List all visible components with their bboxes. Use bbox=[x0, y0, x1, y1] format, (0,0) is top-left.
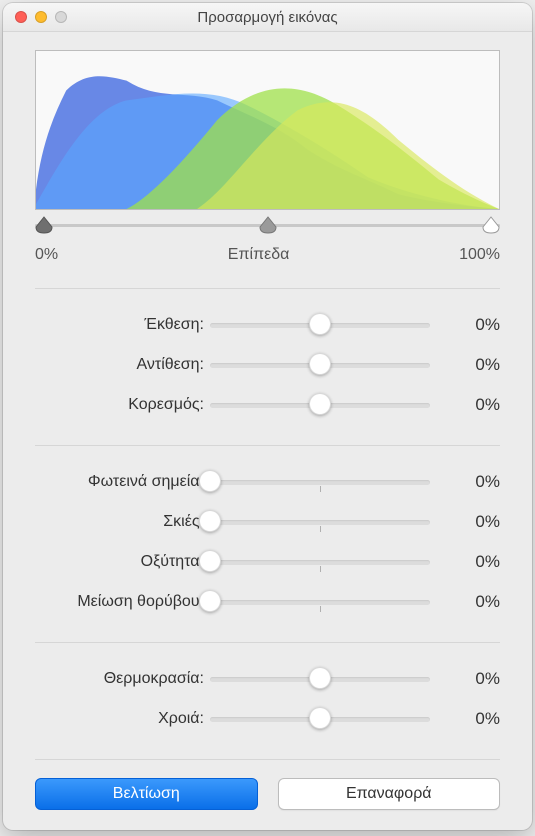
adjustment-value: 0% bbox=[430, 552, 500, 572]
reset-button[interactable]: Επαναφορά bbox=[278, 778, 501, 810]
content: 0% Επίπεδα 100% Έκθεση:0%Αντίθεση:0%Κορε… bbox=[3, 32, 532, 830]
enhance-button[interactable]: Βελτίωση bbox=[35, 778, 258, 810]
adjustment-group: Φωτεινά σημεία:0%Σκιές:0%Οξύτητα:0%Μείωσ… bbox=[35, 445, 500, 622]
slider-track bbox=[210, 717, 430, 722]
adjustment-value: 0% bbox=[430, 512, 500, 532]
adjustment-value: 0% bbox=[430, 472, 500, 492]
levels-max-label: 100% bbox=[459, 246, 500, 264]
window-title: Προσαρμογή εικόνας bbox=[3, 9, 532, 26]
adjustment-row: Χροιά: 0% bbox=[35, 699, 500, 739]
adjustment-row: Έκθεση: 0% bbox=[35, 305, 500, 345]
adjustment-row: Οξύτητα: 0% bbox=[35, 542, 500, 582]
adjustment-slider[interactable] bbox=[210, 510, 430, 534]
slider-thumb[interactable] bbox=[309, 353, 331, 375]
levels-slider[interactable] bbox=[35, 214, 500, 244]
adjustment-label: Θερμοκρασία: bbox=[35, 670, 210, 688]
slider-track bbox=[210, 677, 430, 682]
levels-mid-handle[interactable] bbox=[258, 215, 278, 235]
slider-thumb[interactable] bbox=[199, 470, 221, 492]
slider-track bbox=[210, 600, 430, 605]
adjustment-label: Έκθεση: bbox=[35, 316, 210, 334]
adjustment-slider[interactable] bbox=[210, 550, 430, 574]
adjustment-label: Αντίθεση: bbox=[35, 356, 210, 374]
histogram bbox=[35, 50, 500, 210]
adjustment-group: Θερμοκρασία: 0% Χροιά: 0% bbox=[35, 642, 500, 739]
adjustment-value: 0% bbox=[430, 395, 500, 415]
adjustment-label: Σκιές: bbox=[35, 513, 210, 531]
adjustment-row: Σκιές: 0% bbox=[35, 502, 500, 542]
adjustment-slider[interactable] bbox=[210, 667, 430, 691]
titlebar: Προσαρμογή εικόνας bbox=[3, 3, 532, 32]
levels-labels: 0% Επίπεδα 100% bbox=[35, 246, 500, 264]
adjustment-row: Μείωση θορύβου: 0% bbox=[35, 582, 500, 622]
slider-track bbox=[210, 520, 430, 525]
slider-tick bbox=[320, 606, 321, 612]
adjustment-label: Φωτεινά σημεία: bbox=[35, 473, 210, 491]
slider-tick bbox=[320, 566, 321, 572]
slider-track bbox=[210, 560, 430, 565]
adjustment-slider[interactable] bbox=[210, 393, 430, 417]
adjustment-value: 0% bbox=[430, 709, 500, 729]
adjustment-value: 0% bbox=[430, 592, 500, 612]
adjustment-label: Κορεσμός: bbox=[35, 396, 210, 414]
levels-title-label: Επίπεδα bbox=[228, 246, 290, 264]
slider-thumb[interactable] bbox=[309, 393, 331, 415]
levels-white-handle[interactable] bbox=[481, 215, 501, 235]
adjustment-row: Αντίθεση: 0% bbox=[35, 345, 500, 385]
slider-track bbox=[210, 363, 430, 368]
adjustment-value: 0% bbox=[430, 669, 500, 689]
image-adjustment-window: Προσαρμογή εικόνας 0% Επίπεδ bbox=[3, 3, 532, 830]
slider-thumb[interactable] bbox=[309, 313, 331, 335]
slider-tick bbox=[320, 486, 321, 492]
slider-track bbox=[210, 480, 430, 485]
adjustment-slider[interactable] bbox=[210, 313, 430, 337]
adjustment-label: Οξύτητα: bbox=[35, 553, 210, 571]
slider-tick bbox=[320, 526, 321, 532]
slider-thumb[interactable] bbox=[309, 707, 331, 729]
adjustment-slider[interactable] bbox=[210, 353, 430, 377]
slider-thumb[interactable] bbox=[199, 550, 221, 572]
adjustment-group: Έκθεση: 0% Αντίθεση: 0% Κορεσμός: 0% bbox=[35, 288, 500, 425]
levels-min-label: 0% bbox=[35, 246, 58, 264]
adjustment-label: Χροιά: bbox=[35, 710, 210, 728]
adjustment-row: Θερμοκρασία: 0% bbox=[35, 659, 500, 699]
adjustment-value: 0% bbox=[430, 355, 500, 375]
adjustment-row: Φωτεινά σημεία: 0% bbox=[35, 462, 500, 502]
slider-track bbox=[210, 323, 430, 328]
slider-thumb[interactable] bbox=[309, 667, 331, 689]
footer: Βελτίωση Επαναφορά bbox=[35, 759, 500, 810]
adjustment-slider[interactable] bbox=[210, 470, 430, 494]
adjustment-value: 0% bbox=[430, 315, 500, 335]
adjustment-label: Μείωση θορύβου: bbox=[35, 593, 210, 611]
adjustment-slider[interactable] bbox=[210, 590, 430, 614]
adjustment-slider[interactable] bbox=[210, 707, 430, 731]
adjustment-row: Κορεσμός: 0% bbox=[35, 385, 500, 425]
levels-black-handle[interactable] bbox=[34, 215, 54, 235]
slider-track bbox=[210, 403, 430, 408]
slider-thumb[interactable] bbox=[199, 510, 221, 532]
slider-thumb[interactable] bbox=[199, 590, 221, 612]
